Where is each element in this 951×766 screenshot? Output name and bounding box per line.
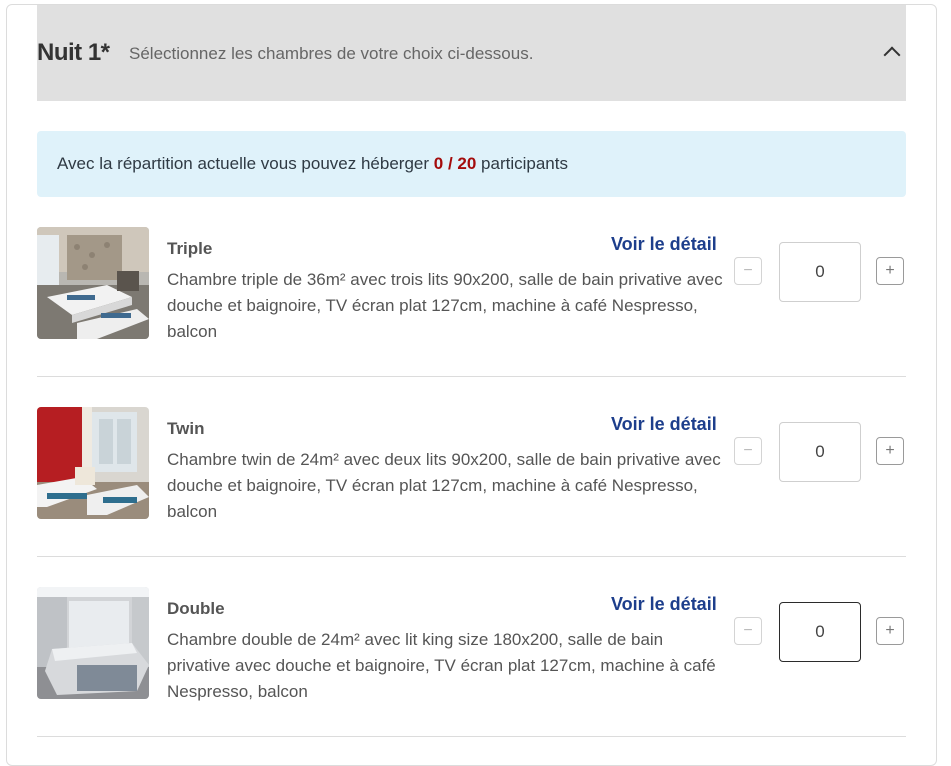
room-item-double: Double Chambre double de 24m² avec lit k… [37, 587, 906, 737]
room-name: Twin [167, 419, 205, 438]
decrease-button[interactable]: − [734, 437, 762, 465]
increase-button[interactable]: + [876, 257, 904, 285]
capacity-prefix: Avec la répartition actuelle vous pouvez… [57, 154, 430, 173]
divider [37, 556, 906, 557]
room-item-twin: Twin Chambre twin de 24m² avec deux lits… [37, 407, 906, 557]
quantity-input[interactable]: 0 [779, 242, 861, 302]
night-section-header[interactable]: Nuit 1* Sélectionnez les chambres de vot… [37, 5, 906, 101]
room-description: Chambre double de 24m² avec lit king siz… [167, 630, 716, 701]
room-name: Double [167, 599, 225, 618]
view-detail-link[interactable]: Voir le détail [611, 594, 717, 615]
room-photo-twin [37, 407, 149, 519]
increase-button[interactable]: + [876, 617, 904, 645]
room-description: Chambre twin de 24m² avec deux lits 90x2… [167, 450, 721, 521]
quantity-input[interactable]: 0 [779, 602, 861, 662]
room-item-triple: Triple Chambre triple de 36m² avec trois… [37, 227, 906, 377]
capacity-count: 0 / 20 [433, 154, 477, 173]
night-title: Nuit 1* [37, 39, 110, 66]
divider [37, 376, 906, 377]
divider [37, 736, 906, 737]
capacity-suffix: participants [481, 154, 568, 173]
room-name: Triple [167, 239, 213, 258]
decrease-button[interactable]: − [734, 617, 762, 645]
room-photo-double [37, 587, 149, 699]
room-description: Chambre triple de 36m² avec trois lits 9… [167, 270, 723, 341]
night-subtitle: Sélectionnez les chambres de votre choix… [129, 44, 534, 63]
chevron-up-icon[interactable] [883, 46, 901, 64]
view-detail-link[interactable]: Voir le détail [611, 234, 717, 255]
capacity-info-text: Avec la répartition actuelle vous pouvez… [57, 154, 568, 174]
increase-button[interactable]: + [876, 437, 904, 465]
quantity-input[interactable]: 0 [779, 422, 861, 482]
decrease-button[interactable]: − [734, 257, 762, 285]
room-photo-triple [37, 227, 149, 339]
capacity-info-banner: Avec la répartition actuelle vous pouvez… [37, 131, 906, 197]
view-detail-link[interactable]: Voir le détail [611, 414, 717, 435]
